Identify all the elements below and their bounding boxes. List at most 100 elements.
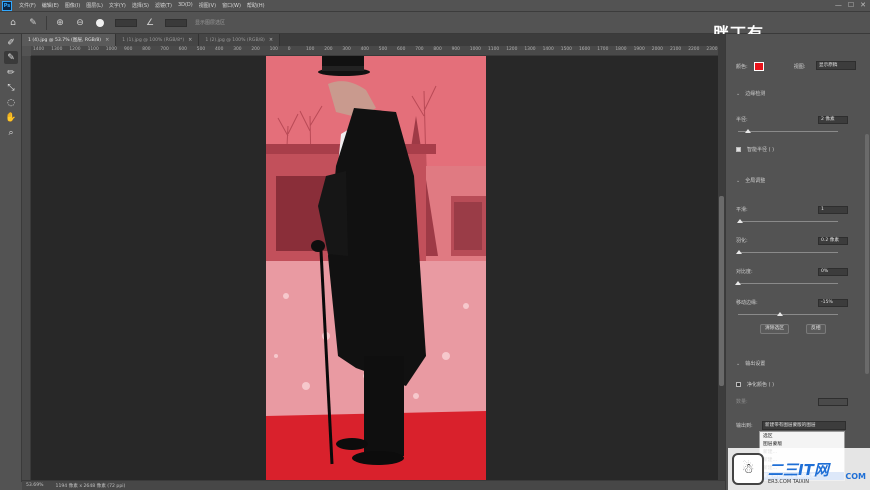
hand-icon[interactable]: ✋ (4, 111, 18, 124)
zoom-level[interactable]: 53.69% (26, 483, 44, 488)
scrollbar-thumb[interactable] (719, 196, 724, 386)
slider-knob[interactable] (777, 312, 783, 316)
brush-tool-icon[interactable]: ✎ (26, 16, 40, 30)
feather-field[interactable]: 0.2 像素 (818, 237, 848, 245)
ruler-number: 300 (342, 47, 351, 52)
slider-knob[interactable] (737, 219, 743, 223)
contrast-slider[interactable] (735, 281, 838, 285)
ruler-number: 400 (360, 47, 369, 52)
chevron-down-icon: ⌄ (736, 90, 741, 97)
tab-doc-1[interactable]: 1 (4).jpg @ 53.7% (图层, RGB/8) × (22, 34, 117, 46)
view-select[interactable]: 显示原稿 (816, 61, 856, 70)
close-icon[interactable]: ✕ (860, 1, 866, 9)
tab-doc-2[interactable]: 1 (1).jpg @ 100% (RGB/8*) × (116, 34, 200, 46)
section-edge-detection[interactable]: ⌄ 边缘检测 (736, 90, 765, 98)
smart-radius-label: 智能半径 ( ) (747, 147, 775, 153)
brush-size-icon[interactable] (93, 16, 107, 30)
ruler-number: 1900 (633, 47, 645, 52)
output-row: 输出到: (736, 422, 753, 429)
dropdown-item[interactable]: 图层蒙版 (760, 440, 844, 448)
menu-item[interactable]: 帮助(H) (244, 2, 268, 9)
ruler-number: 200 (251, 47, 260, 52)
smooth-slider[interactable] (737, 219, 838, 223)
smart-radius-checkbox[interactable] (736, 147, 741, 152)
panel-scrollbar[interactable] (865, 134, 869, 374)
brush-size-field[interactable] (115, 18, 137, 27)
photoshop-window: Ps 文件(F) 编辑(E) 图像(I) 图层(L) 文字(Y) 选择(S) 滤镜(T) 3D… (0, 0, 870, 490)
contrast-label: 对比度: (736, 269, 753, 275)
refine-edge-brush-icon[interactable]: ✎ (4, 51, 18, 64)
menu-item[interactable]: 窗口(W) (219, 2, 244, 9)
section-title: 全局调整 (745, 178, 766, 184)
smart-radius-row[interactable]: 智能半径 ( ) (736, 146, 774, 153)
feather-label: 羽化: (736, 238, 748, 244)
contrast-field[interactable]: 0% (818, 268, 848, 276)
lasso-icon[interactable]: ◌ (4, 96, 18, 109)
subtract-brush-icon[interactable]: ⊖ (73, 16, 87, 30)
menu-item[interactable]: 编辑(E) (39, 2, 62, 9)
menu-item[interactable]: 文件(F) (16, 2, 39, 9)
menu-item[interactable]: 3D(D) (175, 2, 196, 9)
shift-edge-field[interactable]: -15% (818, 299, 848, 307)
output-select[interactable]: 新建带有图层蒙版的图层 (762, 421, 846, 430)
shift-edge-row: 移动边缘: (736, 299, 758, 306)
slider-knob[interactable] (736, 250, 742, 254)
document-image (266, 56, 486, 480)
radius-slider[interactable] (738, 129, 838, 133)
overlay-color-swatch[interactable] (753, 62, 764, 71)
slider-knob[interactable] (735, 281, 741, 285)
tab-label: 1 (4).jpg @ 53.7% (图层, RGB/8) (28, 38, 102, 43)
angle-icon[interactable]: ∠ (143, 16, 157, 30)
section-output-settings[interactable]: ⌄ 输出设置 (736, 360, 765, 368)
view-label: 视图: (793, 64, 806, 70)
add-brush-icon[interactable]: ⊕ (53, 16, 67, 30)
ruler-number: 1500 (560, 47, 572, 52)
ruler-number: 700 (415, 47, 424, 52)
section-global-refinements[interactable]: ⌄ 全局调整 (736, 177, 766, 185)
feather-row: 羽化: (736, 237, 748, 244)
layer-hint: 显示图层选区 (195, 20, 226, 26)
canvas-area[interactable] (31, 56, 718, 480)
menu-item[interactable]: 文字(Y) (106, 2, 129, 9)
close-icon[interactable]: × (188, 37, 192, 43)
decontaminate-row[interactable]: 净化颜色 ( ) (736, 381, 774, 388)
tab-doc-3[interactable]: 1 (2).jpg @ 100% (RGB/8) × (199, 34, 281, 46)
toolbar: ✐ ✎ ✏ ⤡ ◌ ✋ ⌕ (0, 34, 22, 482)
quick-selection-icon[interactable]: ✏ (4, 66, 18, 79)
ps-logo-icon: Ps (2, 0, 12, 11)
close-icon[interactable]: × (269, 37, 273, 43)
ruler-number: 500 (196, 47, 206, 52)
close-icon[interactable]: × (105, 37, 109, 43)
canvas-scrollbar[interactable] (718, 46, 725, 480)
chevron-down-icon: ⌄ (736, 177, 741, 184)
slider-knob[interactable] (745, 129, 751, 133)
menu-item[interactable]: 视图(V) (196, 2, 219, 9)
home-icon[interactable]: ⌂ (6, 16, 20, 30)
radius-field[interactable]: 2 像素 (818, 116, 848, 124)
smooth-label: 平滑: (736, 207, 748, 213)
menu-item[interactable]: 选择(S) (129, 2, 152, 9)
invert-button[interactable]: 反相 (806, 324, 826, 334)
brush-icon[interactable]: ✐ (4, 36, 18, 49)
maximize-icon[interactable]: ☐ (848, 1, 854, 9)
dropdown-item[interactable]: 选区 (760, 432, 844, 440)
ruler-number: 1600 (579, 47, 591, 52)
menu-item[interactable]: 图像(I) (62, 2, 83, 9)
object-select-icon[interactable]: ⤡ (4, 81, 18, 94)
ruler-number: 100 (269, 47, 278, 52)
decontaminate-label: 净化颜色 ( ) (747, 382, 775, 388)
divider (46, 15, 47, 30)
angle-field[interactable] (165, 18, 187, 27)
zoom-icon[interactable]: ⌕ (4, 126, 18, 139)
minimize-icon[interactable]: — (835, 1, 842, 9)
clear-selection-button[interactable]: 清除选区 (760, 324, 790, 334)
radius-label: 半径: (736, 117, 748, 123)
color-row: 颜色: 视图: (736, 62, 805, 71)
feather-slider[interactable] (736, 250, 838, 254)
shift-edge-slider[interactable] (738, 312, 838, 316)
menu-item[interactable]: 图层(L) (83, 2, 106, 9)
smooth-field[interactable]: 1 (818, 206, 848, 214)
decontaminate-checkbox[interactable] (736, 382, 741, 387)
site-tld: COM (845, 472, 866, 481)
menu-item[interactable]: 滤镜(T) (152, 2, 175, 9)
